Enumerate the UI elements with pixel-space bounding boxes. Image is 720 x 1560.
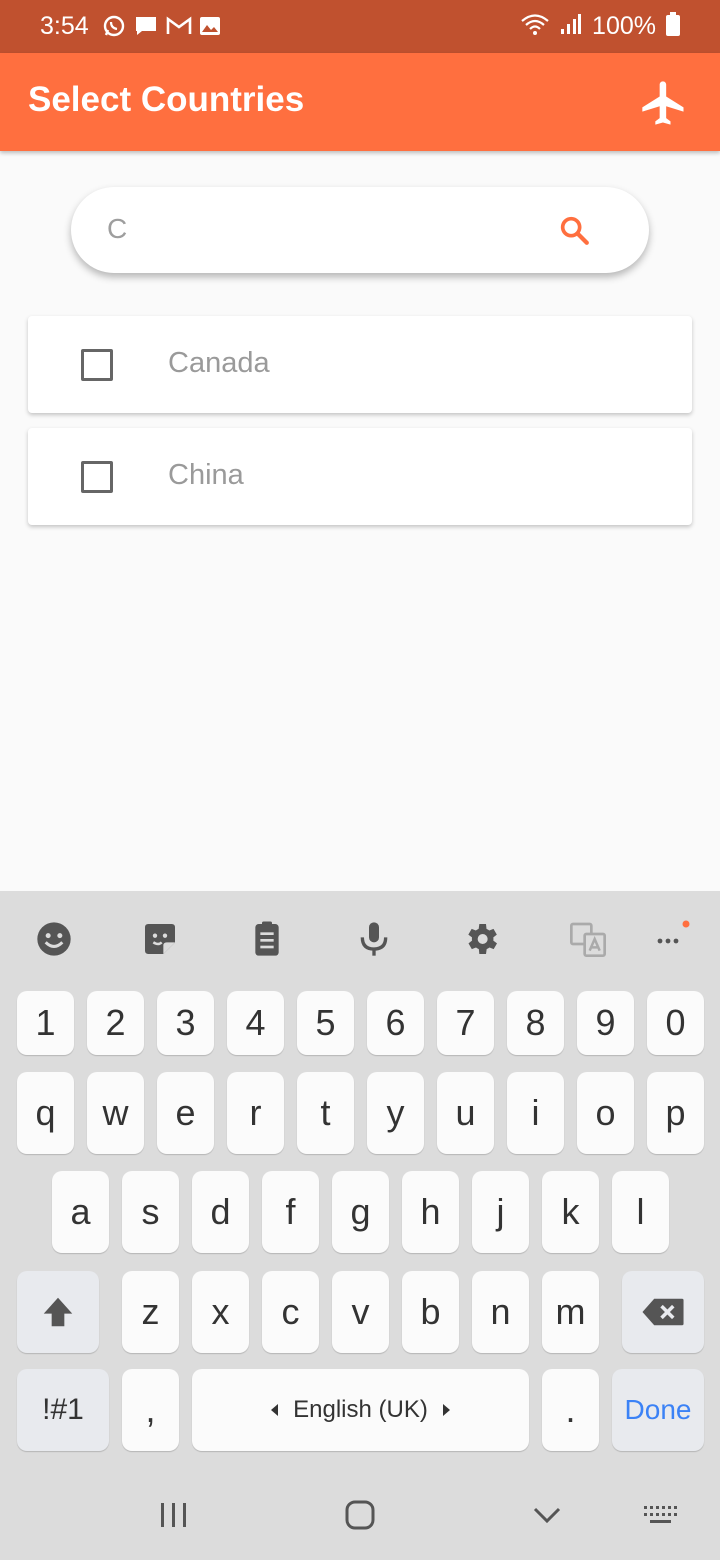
key-1[interactable]: 1	[17, 991, 74, 1055]
chevron-right-icon	[442, 1404, 450, 1416]
airplane-icon[interactable]	[638, 77, 690, 129]
key-q[interactable]: q	[17, 1072, 74, 1154]
app-bar: Select Countries	[0, 53, 720, 151]
chevron-left-icon	[271, 1404, 279, 1416]
key-s[interactable]: s	[122, 1171, 179, 1253]
list-item-label: Canada	[168, 347, 270, 379]
page-title: Select Countries	[28, 80, 305, 119]
key-t[interactable]: t	[297, 1072, 354, 1154]
list-item-china[interactable]: China	[28, 428, 692, 525]
comma-key[interactable]: ,	[122, 1369, 179, 1451]
shift-key[interactable]	[17, 1271, 99, 1353]
key-j[interactable]: j	[472, 1171, 529, 1253]
key-4[interactable]: 4	[227, 991, 284, 1055]
battery-icon	[666, 12, 680, 41]
key-g[interactable]: g	[332, 1171, 389, 1253]
key-b[interactable]: b	[402, 1271, 459, 1353]
key-z[interactable]: z	[122, 1271, 179, 1353]
settings-icon[interactable]	[461, 919, 501, 959]
translate-icon[interactable]	[568, 919, 608, 959]
period-key[interactable]: .	[542, 1369, 599, 1451]
keyboard-switch-icon[interactable]	[640, 1497, 680, 1533]
recent-apps-icon[interactable]	[153, 1497, 193, 1533]
key-p[interactable]: p	[647, 1072, 704, 1154]
key-2[interactable]: 2	[87, 991, 144, 1055]
key-3[interactable]: 3	[157, 991, 214, 1055]
keyboard-toolbar	[0, 891, 720, 988]
key-a[interactable]: a	[52, 1171, 109, 1253]
checkbox-canada[interactable]	[81, 349, 113, 381]
status-time: 3:54	[40, 12, 89, 40]
key-n[interactable]: n	[472, 1271, 529, 1353]
status-bar: 3:54 100%	[0, 0, 720, 53]
space-key-label: English (UK)	[293, 1396, 428, 1423]
keyboard: 1 2 3 4 5 6 7 8 9 0 q w e r t y u i o p …	[0, 891, 720, 1469]
key-w[interactable]: w	[87, 1072, 144, 1154]
key-0[interactable]: 0	[647, 991, 704, 1055]
key-5[interactable]: 5	[297, 991, 354, 1055]
key-7[interactable]: 7	[437, 991, 494, 1055]
backspace-key[interactable]	[622, 1271, 704, 1353]
signal-icon	[560, 12, 582, 41]
whatsapp-icon	[102, 14, 126, 38]
key-u[interactable]: u	[437, 1072, 494, 1154]
checkbox-china[interactable]	[81, 461, 113, 493]
symbols-key[interactable]: !#1	[17, 1369, 109, 1451]
emoji-icon[interactable]	[34, 919, 74, 959]
message-icon	[134, 14, 158, 38]
key-m[interactable]: m	[542, 1271, 599, 1353]
list-item-label: China	[168, 459, 244, 491]
space-key[interactable]: English (UK)	[192, 1369, 529, 1451]
done-key[interactable]: Done	[612, 1369, 704, 1451]
key-r[interactable]: r	[227, 1072, 284, 1154]
key-h[interactable]: h	[402, 1171, 459, 1253]
gallery-icon	[198, 14, 222, 38]
more-icon[interactable]	[652, 919, 692, 959]
gmail-icon	[166, 14, 192, 38]
key-f[interactable]: f	[262, 1171, 319, 1253]
key-i[interactable]: i	[507, 1072, 564, 1154]
key-v[interactable]: v	[332, 1271, 389, 1353]
key-e[interactable]: e	[157, 1072, 214, 1154]
backspace-icon	[642, 1298, 684, 1326]
navigation-bar	[0, 1469, 720, 1560]
home-icon[interactable]	[340, 1497, 380, 1533]
back-chevron-icon[interactable]	[527, 1497, 567, 1533]
search-input[interactable]	[107, 209, 547, 249]
key-l[interactable]: l	[612, 1171, 669, 1253]
clipboard-icon[interactable]	[247, 919, 287, 959]
key-d[interactable]: d	[192, 1171, 249, 1253]
list-item-canada[interactable]: Canada	[28, 316, 692, 413]
search-icon[interactable]	[557, 213, 591, 247]
key-y[interactable]: y	[367, 1072, 424, 1154]
key-k[interactable]: k	[542, 1171, 599, 1253]
wifi-icon	[520, 12, 550, 41]
battery-percent: 100%	[592, 12, 656, 40]
key-6[interactable]: 6	[367, 991, 424, 1055]
key-8[interactable]: 8	[507, 991, 564, 1055]
shift-icon	[43, 1297, 73, 1327]
mic-icon[interactable]	[354, 919, 394, 959]
key-9[interactable]: 9	[577, 991, 634, 1055]
key-x[interactable]: x	[192, 1271, 249, 1353]
key-c[interactable]: c	[262, 1271, 319, 1353]
search-bar[interactable]	[71, 187, 649, 273]
sticker-icon[interactable]	[140, 919, 180, 959]
key-o[interactable]: o	[577, 1072, 634, 1154]
